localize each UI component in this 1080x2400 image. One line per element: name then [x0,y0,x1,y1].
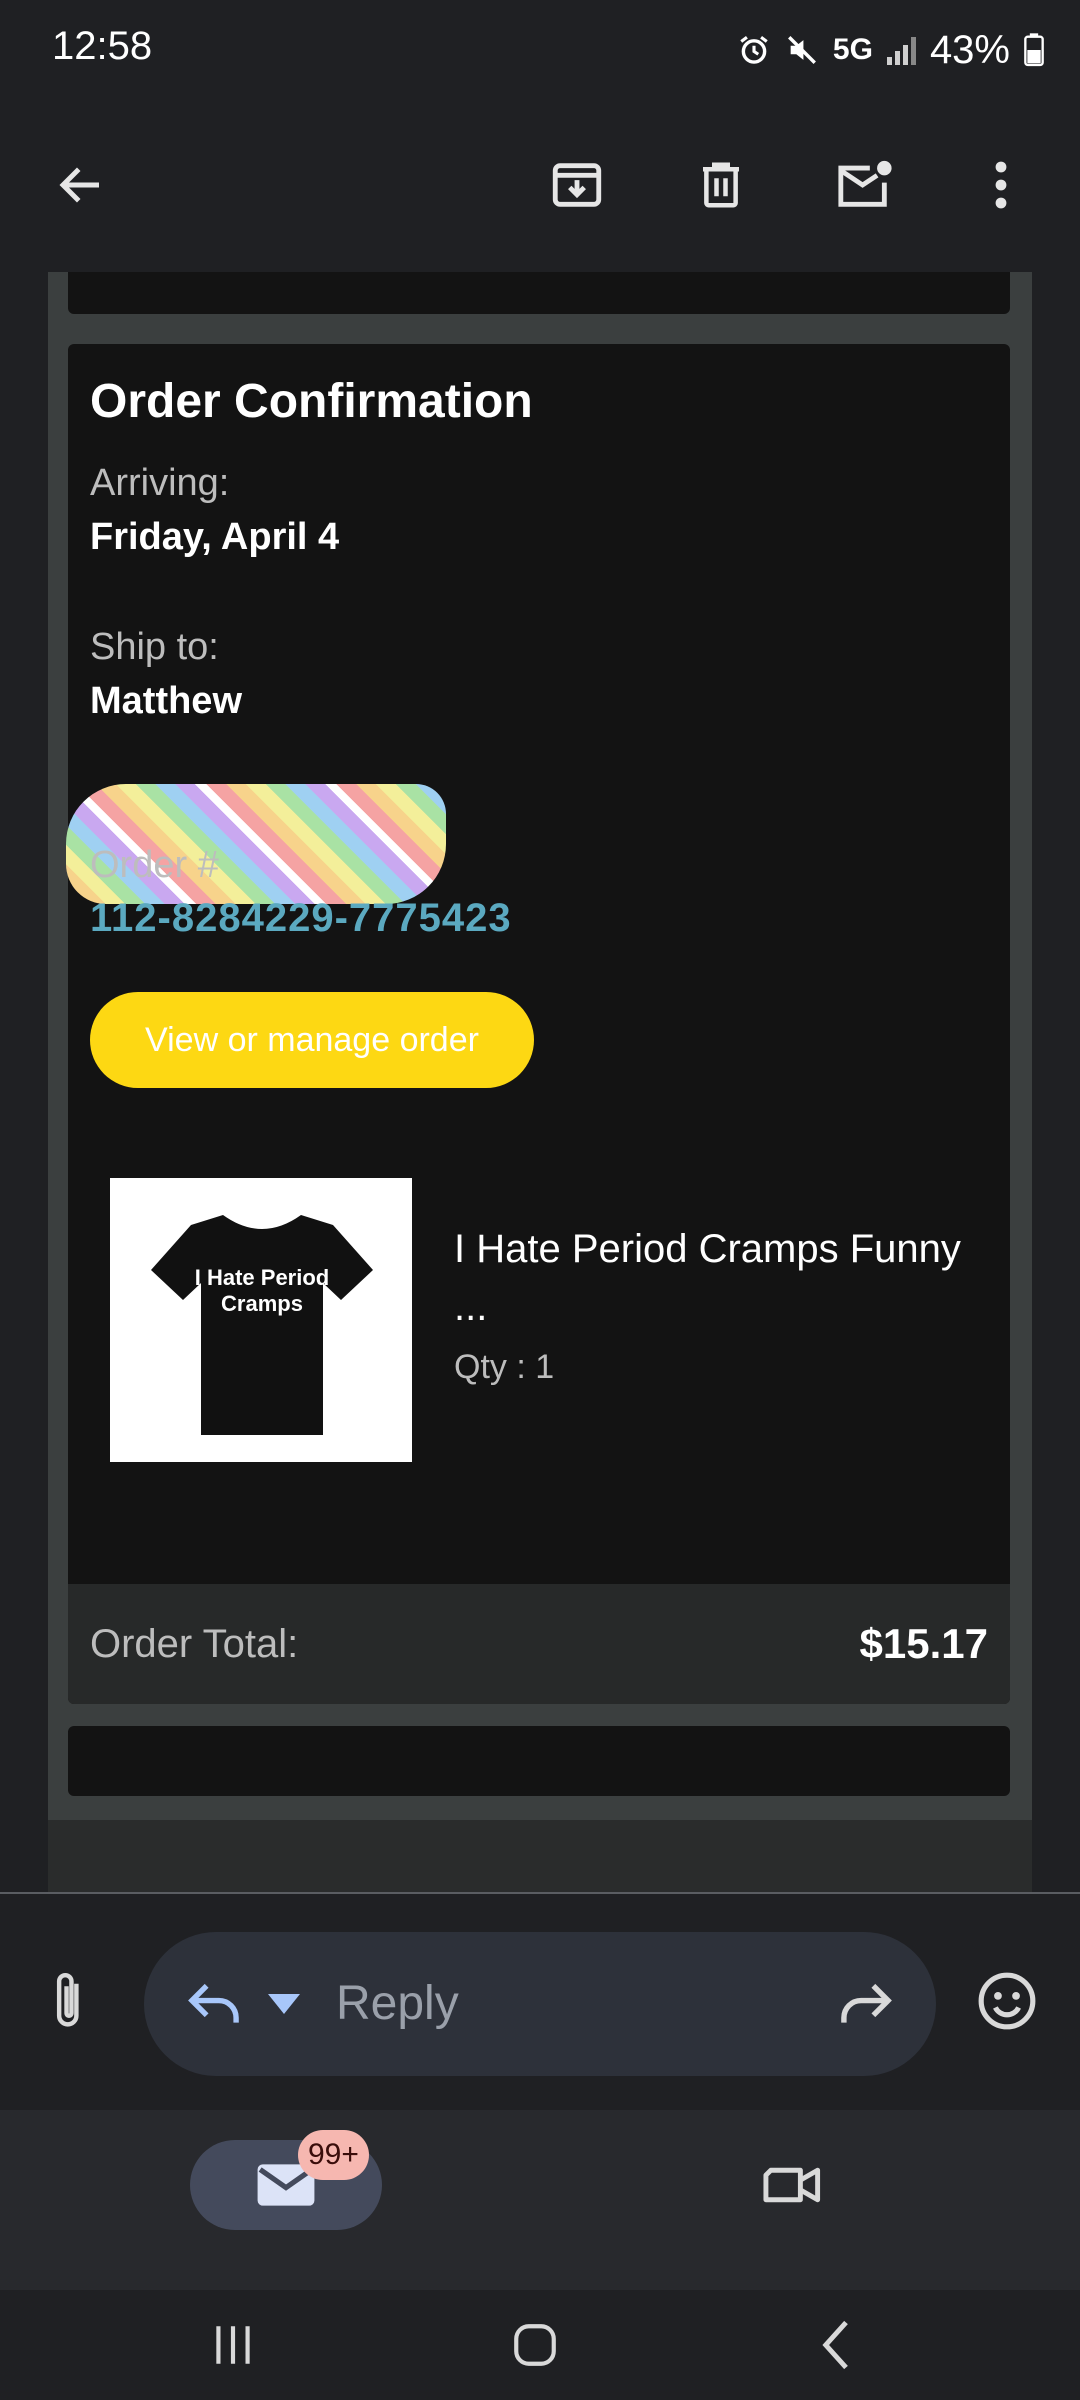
reply-icon[interactable] [184,1976,244,2030]
recent-apps-button[interactable] [188,2300,278,2390]
home-icon [514,2324,556,2366]
email-content-frame: Order Confirmation Arriving: Friday, Apr… [48,272,1032,1892]
shirt-print-text: I Hate Period [195,1265,329,1290]
bottom-navigation: 99+ [0,2110,1080,2290]
reply-placeholder: Reply [336,1977,459,2030]
back-button[interactable] [36,140,126,230]
nav-meet-tab[interactable] [748,2140,838,2230]
mark-unread-icon [838,160,892,207]
email-body[interactable]: Order Confirmation Arriving: Friday, Apr… [0,272,1080,1892]
arriving-label: Arriving: [90,462,230,504]
alarm-icon [740,36,768,64]
order-title: Order Confirmation [90,375,533,428]
arriving-date: Friday, April 4 [90,516,340,558]
order-total-label: Order Total: [90,1622,299,1666]
signal-icon [886,35,916,65]
emoji-button[interactable] [962,1956,1052,2046]
battery-icon [1024,33,1044,67]
more-vertical-icon [995,161,1007,209]
more-options-button[interactable] [956,140,1046,230]
archive-button[interactable] [532,140,622,230]
forward-icon[interactable] [836,1976,896,2030]
reply-field[interactable]: Reply [144,1932,936,2076]
attachment-icon [56,1972,79,2027]
archive-icon [552,163,602,207]
battery-percent: 43% [929,27,1010,72]
unread-badge: 99+ [298,2130,369,2180]
delete-button[interactable] [676,140,766,230]
ship-to-name: Matthew [90,680,242,722]
product-quantity: Qty : 1 [454,1348,555,1386]
system-navigation-bar [0,2290,1080,2400]
product-name-link[interactable]: I Hate Period Cramps Funny ... [454,1220,994,1336]
email-footer-strip [48,1820,1032,1892]
network-type: 5G [832,33,873,66]
product-image[interactable]: I Hate Period Cramps [110,1178,412,1462]
chevron-left-icon [822,2320,848,2370]
reply-options-chevron-icon[interactable] [268,1994,300,2014]
order-number-link[interactable]: 112-8284229-7775423 [90,896,512,941]
mark-unread-button[interactable] [820,140,910,230]
delete-icon [703,162,739,208]
shirt-print-text-2: Cramps [221,1291,303,1316]
status-time: 12:58 [52,24,153,68]
ship-to-label: Ship to: [90,626,219,668]
view-manage-order-button[interactable]: View or manage order [90,992,534,1088]
order-confirmation-card: Order Confirmation Arriving: Friday, Apr… [66,344,1010,1704]
mute-icon [787,36,816,64]
next-card [68,1726,1010,1796]
emoji-icon [978,1972,1036,2030]
order-total-row: Order Total: $15.17 [68,1584,1010,1704]
message-toolbar [0,100,1080,272]
previous-card [68,272,1010,314]
attach-button[interactable] [24,1956,114,2046]
status-icons: 5G 43% [737,24,1044,76]
status-bar: 12:58 5G 43% [0,0,1080,100]
system-back-button[interactable] [792,2300,882,2390]
recent-apps-icon [216,2326,250,2364]
video-camera-icon [763,2167,821,2203]
reply-bar: Reply [0,1894,1080,2110]
order-total-value: $15.17 [859,1620,988,1667]
back-arrow-icon [59,167,99,203]
home-button[interactable] [490,2300,580,2390]
order-number-label: Order # [90,844,219,886]
tshirt-icon: I Hate Period Cramps [151,1215,373,1435]
